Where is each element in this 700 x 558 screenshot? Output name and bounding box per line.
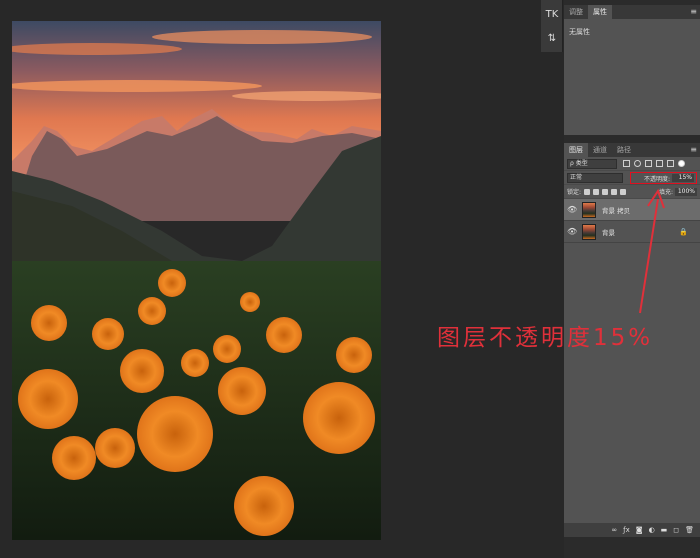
layer-name[interactable]: 背景 xyxy=(602,227,615,237)
lock-row: 锁定: 填充: 100% xyxy=(564,185,700,199)
tab-layers[interactable]: 图层 xyxy=(564,143,588,157)
layers-footer: ∞ ƒx ◙ ◐ ▬ ◻ 🗑 xyxy=(564,523,700,537)
filter-row: ρ 类型 xyxy=(564,157,700,171)
blend-mode-select[interactable]: 正常 xyxy=(567,172,623,183)
tab-channels[interactable]: 通道 xyxy=(588,143,612,157)
eye-icon[interactable]: 👁 xyxy=(567,227,577,236)
layer-name[interactable]: 背景 拷贝 xyxy=(602,205,630,215)
lock-position-icon[interactable] xyxy=(602,188,609,195)
layer-thumbnail xyxy=(582,201,596,218)
type-filter-icon[interactable] xyxy=(645,160,652,167)
fill-input[interactable]: 100% xyxy=(675,187,697,196)
tk-plugin-icon[interactable]: TK xyxy=(542,4,562,24)
layers-tabs: 图层 通道 路径 ≡ xyxy=(564,143,700,157)
filter-toggle-icon[interactable] xyxy=(678,160,685,167)
layer-thumbnail xyxy=(582,223,596,240)
annotation-text: 图层不透明度15% xyxy=(437,325,654,351)
layers-menu-icon[interactable]: ≡ xyxy=(690,146,697,154)
mask-icon[interactable]: ◙ xyxy=(636,526,643,534)
trash-icon[interactable]: 🗑 xyxy=(685,526,694,534)
opacity-label: 不透明度: xyxy=(643,175,670,183)
canvas-photo[interactable] xyxy=(12,21,381,540)
layer-row-background-copy[interactable]: 👁 背景 拷贝 xyxy=(564,199,700,221)
fx-icon[interactable]: ƒx xyxy=(623,526,630,534)
tab-paths[interactable]: 路径 xyxy=(612,143,636,157)
eye-icon[interactable]: 👁 xyxy=(567,205,577,214)
tab-adjustments[interactable]: 调整 xyxy=(564,5,588,19)
smart-object-filter-icon[interactable] xyxy=(667,160,674,167)
document-canvas-area[interactable] xyxy=(0,0,540,558)
filter-icons xyxy=(623,160,685,167)
lock-label: 锁定: xyxy=(567,189,582,196)
adjustment-icon[interactable]: ◐ xyxy=(649,526,655,534)
shape-filter-icon[interactable] xyxy=(656,160,663,167)
pixel-filter-icon[interactable] xyxy=(623,160,630,167)
mountain-flower-photo xyxy=(12,21,381,540)
lock-all-icon[interactable] xyxy=(620,188,627,195)
blend-row: 正常 不透明度: 15% xyxy=(564,171,700,185)
right-panels: 调整 属性 ≡ 无属性 图层 通道 路径 ≡ ρ 类型 正常 不透明度: 15%… xyxy=(564,0,700,558)
fill-label: 填充: xyxy=(658,189,673,196)
tab-properties[interactable]: 属性 xyxy=(588,5,612,19)
opacity-control-highlighted: 不透明度: 15% xyxy=(630,172,697,184)
adjust-icon[interactable]: ⇅ xyxy=(542,28,562,48)
link-icon[interactable]: ∞ xyxy=(611,526,617,534)
lock-transparent-icon[interactable] xyxy=(584,188,591,195)
adjustment-filter-icon[interactable] xyxy=(634,160,641,167)
opacity-input[interactable]: 15% xyxy=(672,174,694,182)
properties-panel: 调整 属性 ≡ 无属性 xyxy=(564,5,700,135)
fill-control: 填充: 100% xyxy=(659,187,697,196)
panel-menu-icon[interactable]: ≡ xyxy=(690,8,697,16)
new-layer-icon[interactable]: ◻ xyxy=(673,526,679,534)
properties-tabs: 调整 属性 ≡ xyxy=(564,5,700,19)
lock-artboard-icon[interactable] xyxy=(611,188,618,195)
layer-filter-select[interactable]: ρ 类型 xyxy=(567,158,617,169)
lock-icon: 🔒 xyxy=(679,227,688,236)
layer-row-background[interactable]: 👁 背景 🔒 xyxy=(564,221,700,243)
lock-icons xyxy=(584,188,627,195)
tool-strip: TK ⇅ xyxy=(541,0,563,52)
lock-pixels-icon[interactable] xyxy=(593,188,600,195)
no-properties-text: 无属性 xyxy=(569,28,590,36)
folder-icon[interactable]: ▬ xyxy=(661,526,668,534)
